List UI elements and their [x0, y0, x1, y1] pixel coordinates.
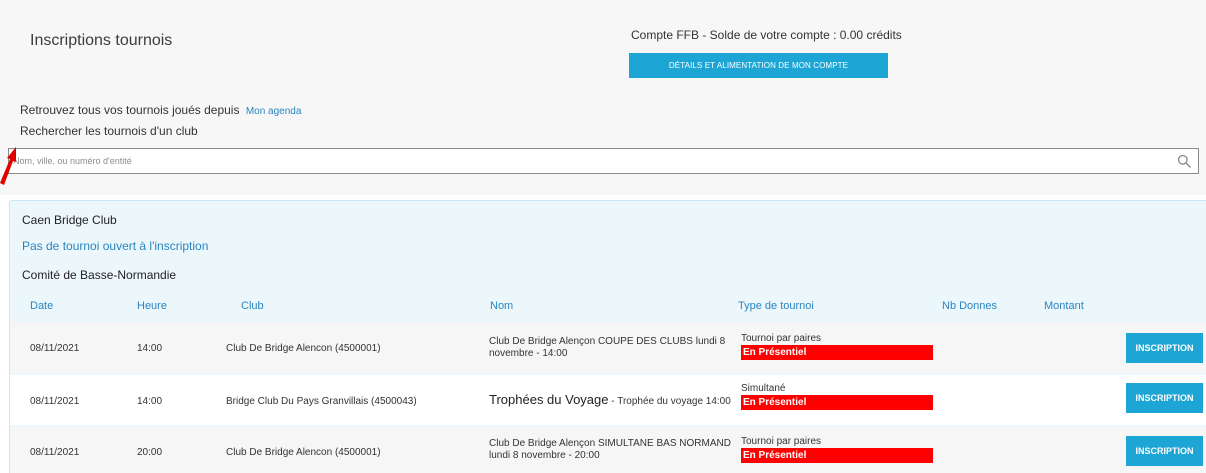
table-row: 08/11/2021 14:00 Bridge Club Du Pays Gra… — [10, 375, 1206, 425]
column-header-club[interactable]: Club — [241, 300, 264, 312]
row-nom: Trophées du Voyage - Trophée du voyage 1… — [489, 392, 744, 408]
red-arrow-annotation — [0, 147, 16, 185]
search-box — [8, 148, 1199, 174]
inscription-button[interactable]: INSCRIPTION — [1126, 436, 1203, 466]
no-tournament-message: Pas de tournoi ouvert à l'inscription — [22, 239, 209, 253]
row-date: 08/11/2021 — [30, 447, 80, 458]
intro-line: Retrouvez tous vos tournois joués depuis… — [20, 103, 301, 117]
page-title: Inscriptions tournois — [30, 32, 173, 49]
search-input[interactable] — [13, 151, 1163, 171]
intro-text: Retrouvez tous vos tournois joués depuis — [20, 103, 240, 117]
row-date: 08/11/2021 — [30, 396, 80, 407]
row-nom: Club De Bridge Alençon COUPE DES CLUBS l… — [489, 336, 726, 359]
tournament-type: Tournoi par paires — [741, 333, 822, 344]
row-date: 08/11/2021 — [30, 343, 80, 354]
row-time: 20:00 — [137, 447, 163, 458]
row-club: Club De Bridge Alencon (4500001) — [226, 343, 381, 354]
inscription-button[interactable]: INSCRIPTION — [1126, 383, 1203, 413]
table-row: 08/11/2021 14:00 Club De Bridge Alencon … — [10, 322, 1206, 372]
club-name: Caen Bridge Club — [22, 213, 117, 227]
presentiel-badge: En Présentiel — [741, 345, 933, 360]
account-details-button[interactable]: DÉTAILS ET ALIMENTATION DE MON COMPTE — [629, 53, 888, 78]
inscription-button[interactable]: INSCRIPTION — [1126, 333, 1203, 363]
tournament-type: Tournoi par paires — [741, 436, 822, 447]
row-nom-sub: - Trophée du voyage 14:00 — [608, 396, 731, 407]
tournament-type: Simultané — [741, 383, 786, 394]
search-icon[interactable] — [1177, 154, 1191, 168]
column-header-date[interactable]: Date — [30, 300, 53, 312]
search-label: Rechercher les tournois d'un club — [20, 124, 198, 138]
row-club: Bridge Club Du Pays Granvillais (4500043… — [226, 396, 417, 407]
column-header-montant[interactable]: Montant — [1044, 300, 1084, 312]
row-time: 14:00 — [137, 396, 163, 407]
presentiel-badge: En Présentiel — [741, 448, 933, 463]
row-type: Tournoi par paires En Présentiel — [741, 333, 933, 360]
column-header-type[interactable]: Type de tournoi — [738, 300, 814, 312]
column-header-heure[interactable]: Heure — [137, 300, 167, 312]
account-balance: Compte FFB - Solde de votre compte : 0.0… — [631, 28, 902, 42]
row-nom-main: Trophées du Voyage — [489, 392, 609, 407]
column-header-nb-donnes[interactable]: Nb Donnes — [942, 300, 997, 312]
column-header-nom[interactable]: Nom — [490, 300, 513, 312]
agenda-link[interactable]: Mon agenda — [246, 106, 302, 117]
row-club: Club De Bridge Alencon (4500001) — [226, 447, 381, 458]
comite-name: Comité de Basse-Normandie — [22, 268, 177, 282]
presentiel-badge: En Présentiel — [741, 395, 933, 410]
row-time: 14:00 — [137, 343, 163, 354]
row-type: Tournoi par paires En Présentiel — [741, 436, 933, 463]
table-row: 08/11/2021 20:00 Club De Bridge Alencon … — [10, 428, 1206, 473]
row-type: Simultané En Présentiel — [741, 383, 933, 410]
row-nom: Club De Bridge Alençon SIMULTANE BAS NOR… — [489, 438, 731, 461]
